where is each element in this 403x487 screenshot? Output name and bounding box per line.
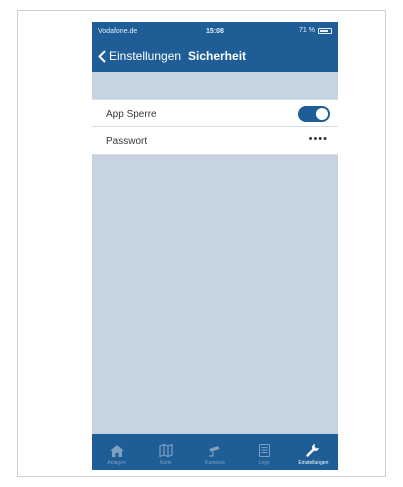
back-button-label: Einstellungen xyxy=(109,49,182,63)
log-icon xyxy=(258,444,270,457)
battery-status: 71 % xyxy=(299,27,332,34)
tab-label: Logs xyxy=(258,460,270,466)
wrench-icon xyxy=(306,444,320,457)
tab-anlagen[interactable]: Anlagen xyxy=(92,434,141,470)
chevron-left-icon xyxy=(98,49,106,63)
map-icon xyxy=(159,444,173,457)
tab-karte[interactable]: Karte xyxy=(141,434,190,470)
status-bar: Vodafone.de 15:08 71 % xyxy=(92,22,338,42)
phone-screen: Vodafone.de 15:08 71 % Einstellungen Sic… xyxy=(92,22,338,470)
tab-label: Karte xyxy=(159,460,172,466)
page-title: Sicherheit xyxy=(188,49,247,63)
home-icon xyxy=(109,445,124,457)
tab-label: Anlagen xyxy=(107,460,126,466)
tab-label: Einstellungen xyxy=(298,460,329,466)
app-lock-label: App Sperre xyxy=(106,109,157,120)
tab-bar: Anlagen Karte Kameras Logs Einstellungen xyxy=(92,434,338,470)
tab-logs[interactable]: Logs xyxy=(240,434,289,470)
password-row[interactable]: Passwort •••• xyxy=(92,127,338,155)
tab-label: Kameras xyxy=(205,460,226,466)
section-spacer xyxy=(92,72,338,98)
camera-icon xyxy=(209,446,220,457)
carrier-label: Vodafone.de xyxy=(98,28,138,35)
battery-icon xyxy=(318,27,332,34)
clock: 15:08 xyxy=(206,28,224,35)
password-masked-value: •••• xyxy=(308,133,328,145)
app-lock-toggle[interactable] xyxy=(298,106,330,122)
battery-percent: 71 % xyxy=(299,27,315,34)
app-lock-row: App Sperre xyxy=(92,99,338,127)
navigation-bar: Einstellungen Sicherheit xyxy=(92,42,338,72)
tab-einstellungen[interactable]: Einstellungen xyxy=(289,434,338,470)
password-label: Passwort xyxy=(106,136,148,147)
tab-kameras[interactable]: Kameras xyxy=(190,434,239,470)
back-button[interactable]: Einstellungen xyxy=(98,49,181,63)
toggle-knob xyxy=(316,108,328,120)
